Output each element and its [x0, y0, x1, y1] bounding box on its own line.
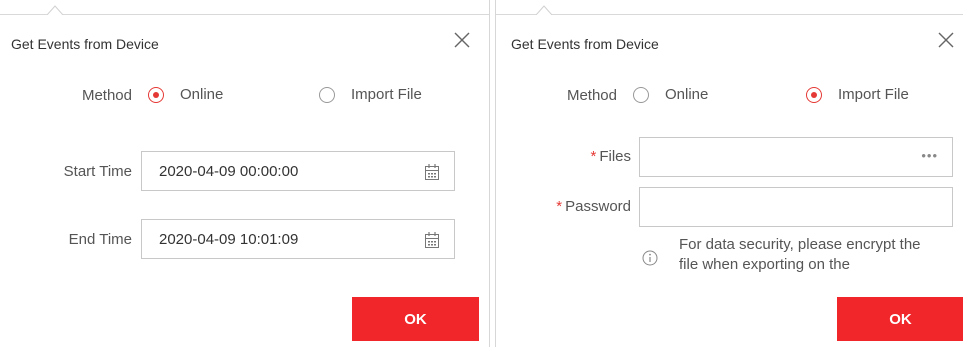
screenshot-stage: Get Events from Device Method Online Imp… — [0, 0, 963, 347]
more-icon[interactable]: ••• — [921, 148, 938, 163]
radio-import-file-indicator[interactable] — [806, 86, 822, 103]
radio-import-file-indicator[interactable] — [319, 86, 335, 103]
info-icon — [642, 250, 658, 266]
method-label: Method — [81, 87, 132, 104]
password-label-text: Password — [565, 198, 631, 215]
start-time-input[interactable] — [157, 161, 454, 181]
files-label: * Files — [516, 148, 631, 165]
password-input[interactable] — [655, 197, 952, 217]
end-time-input[interactable] — [157, 229, 454, 249]
get-events-dialog-import-file: Get Events from Device Method Online Imp… — [495, 0, 963, 347]
radio-online-label: Online — [665, 86, 709, 103]
files-field[interactable]: ••• — [639, 137, 953, 177]
radio-online-indicator[interactable] — [148, 86, 164, 103]
close-icon[interactable] — [936, 30, 956, 50]
radio-import-file-label: Import File — [351, 86, 422, 103]
required-mark: * — [590, 148, 597, 165]
method-label: Method — [566, 87, 617, 104]
start-time-field[interactable] — [141, 151, 455, 191]
dialog-pointer-caret — [536, 5, 552, 15]
calendar-icon[interactable] — [424, 163, 440, 181]
radio-online[interactable]: Online — [633, 86, 708, 103]
radio-import-file-label: Import File — [838, 86, 909, 103]
dialog-pointer-caret — [47, 5, 63, 15]
dialog-title: Get Events from Device — [511, 36, 659, 52]
get-events-dialog-online: Get Events from Device Method Online Imp… — [0, 0, 490, 347]
end-time-field[interactable] — [141, 219, 455, 259]
close-icon[interactable] — [452, 30, 472, 50]
end-time-label: End Time — [68, 231, 132, 248]
dialog-title: Get Events from Device — [11, 36, 159, 52]
radio-import-file[interactable]: Import File — [806, 86, 909, 103]
start-time-label: Start Time — [63, 163, 132, 180]
radio-import-file[interactable]: Import File — [319, 86, 422, 103]
ok-button[interactable]: OK — [352, 297, 479, 341]
dialog-top-border — [0, 14, 489, 15]
files-input[interactable] — [655, 147, 952, 167]
required-mark: * — [556, 198, 563, 215]
radio-online-indicator[interactable] — [633, 86, 649, 103]
radio-online[interactable]: Online — [148, 86, 223, 103]
radio-online-label: Online — [180, 86, 224, 103]
files-label-text: Files — [599, 148, 631, 165]
password-label: * Password — [516, 198, 631, 215]
dialog-top-border — [496, 14, 963, 15]
password-field[interactable] — [639, 187, 953, 227]
ok-button[interactable]: OK — [837, 297, 963, 341]
calendar-icon[interactable] — [424, 231, 440, 249]
security-info-text: For data security, please encrypt the fi… — [679, 236, 921, 273]
